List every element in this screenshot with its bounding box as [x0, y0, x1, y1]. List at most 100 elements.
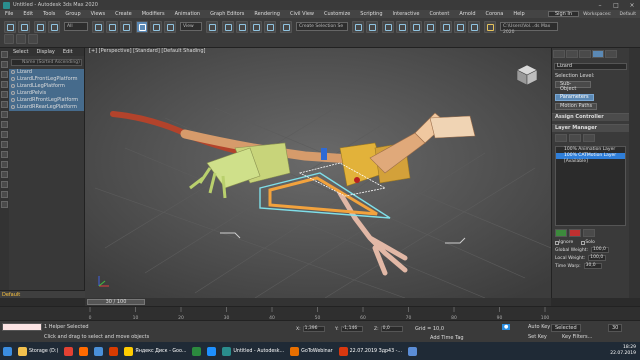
- parameters-button[interactable]: Parameters: [555, 94, 594, 101]
- visibility-icon[interactable]: [11, 77, 15, 81]
- time-slider-thumb[interactable]: 30 / 100: [87, 299, 145, 305]
- list-item[interactable]: LizardLFrontLegPlatform: [9, 76, 84, 83]
- system-clock[interactable]: 18:29 22.07.2019: [610, 345, 640, 357]
- taskbar-item[interactable]: Untitled - Autodesk...: [219, 342, 287, 360]
- spinner-snap-icon[interactable]: [264, 21, 276, 33]
- menu-content[interactable]: Content: [424, 11, 454, 17]
- menu-modifiers[interactable]: Modifiers: [137, 11, 170, 17]
- visibility-icon[interactable]: [11, 91, 15, 95]
- filter-none-icon[interactable]: [1, 181, 8, 188]
- collapse-layer-icon[interactable]: [583, 229, 595, 237]
- menu-file[interactable]: File: [0, 11, 18, 17]
- filter-frozen-icon[interactable]: [1, 151, 8, 158]
- selection-level-dropdown[interactable]: Sub-Object: [555, 81, 591, 92]
- taskbar-item[interactable]: [189, 342, 204, 360]
- local-weight-field[interactable]: 100,0: [588, 255, 607, 261]
- visibility-icon[interactable]: [11, 98, 15, 102]
- global-weight-field[interactable]: 100,0: [590, 247, 609, 253]
- menu-corona[interactable]: Corona: [481, 11, 509, 17]
- taskbar-item[interactable]: Яндекс Диск - Goo...: [121, 342, 189, 360]
- stop-layer-icon[interactable]: [569, 229, 581, 237]
- maxscript-listener[interactable]: [2, 323, 42, 331]
- tab-select[interactable]: Select: [9, 49, 32, 55]
- filter-geometry-icon[interactable]: [1, 51, 8, 58]
- snap-icon[interactable]: [222, 21, 234, 33]
- menu-customize[interactable]: Customize: [319, 11, 355, 17]
- menu-animation[interactable]: Animation: [170, 11, 206, 17]
- z-field[interactable]: 0,0: [380, 326, 403, 332]
- taskbar-item[interactable]: 22.07.2019 Здр43 -...: [336, 342, 405, 360]
- taskbar-item[interactable]: [405, 342, 420, 360]
- selection-filter-dropdown[interactable]: All: [64, 22, 88, 31]
- track-bar[interactable]: 0 10 20 30 40 50 60 70 80 90 100: [0, 306, 640, 321]
- taskbar-item[interactable]: [204, 342, 219, 360]
- layer-explorer-icon[interactable]: [382, 21, 394, 33]
- sync-selection-icon[interactable]: [1, 201, 8, 208]
- edit-named-sets-icon[interactable]: [280, 21, 292, 33]
- curve-editor-icon[interactable]: [396, 21, 408, 33]
- perspective-viewport[interactable]: [+] [Perspective] [Standard] [Default Sh…: [85, 48, 551, 298]
- undo-icon[interactable]: [4, 21, 16, 33]
- menu-edit[interactable]: Edit: [18, 11, 38, 17]
- rotate-icon[interactable]: [150, 21, 162, 33]
- render-icon[interactable]: [468, 21, 480, 33]
- menu-help[interactable]: Help: [508, 11, 529, 17]
- filter-cameras-icon[interactable]: [1, 81, 8, 88]
- paint-select-icon[interactable]: [28, 34, 38, 44]
- pivot-icon[interactable]: [206, 21, 218, 33]
- filter-invert-icon[interactable]: [1, 191, 8, 198]
- set-key-icon-button[interactable]: ●: [502, 324, 511, 330]
- menu-interactive[interactable]: Interactive: [388, 11, 425, 17]
- reference-coord-dropdown[interactable]: View: [180, 22, 202, 31]
- menu-views[interactable]: Views: [86, 11, 110, 17]
- filter-groups-icon[interactable]: [1, 111, 8, 118]
- menu-create[interactable]: Create: [110, 11, 137, 17]
- scene-search-field[interactable]: Name (Sorted Ascending): [11, 59, 82, 66]
- taskbar-item[interactable]: [61, 342, 76, 360]
- percent-snap-icon[interactable]: [250, 21, 262, 33]
- menu-group[interactable]: Group: [60, 11, 85, 17]
- list-item[interactable]: Lizard: [9, 69, 84, 76]
- maximize-button[interactable]: □: [608, 2, 624, 9]
- menu-graph-editors[interactable]: Graph Editors: [205, 11, 249, 17]
- key-filters-button[interactable]: Key Filters...: [562, 334, 592, 340]
- filter-bones-icon[interactable]: [1, 131, 8, 138]
- visibility-icon[interactable]: [11, 70, 15, 74]
- scale-icon[interactable]: [164, 21, 176, 33]
- layer-row[interactable]: [Available]: [556, 159, 625, 165]
- render-setup-icon[interactable]: [440, 21, 452, 33]
- assign-controller-rollout[interactable]: Assign Controller: [552, 113, 629, 121]
- add-time-tag-button[interactable]: Add Time Tag: [430, 335, 464, 341]
- object-name-field[interactable]: Lizard: [554, 63, 627, 70]
- folder-icon[interactable]: [484, 21, 496, 33]
- minimize-button[interactable]: –: [592, 2, 608, 9]
- unlink-icon[interactable]: [48, 21, 60, 33]
- material-editor-icon[interactable]: [424, 21, 436, 33]
- remove-layer-icon[interactable]: [569, 134, 581, 142]
- current-frame-field[interactable]: 30: [608, 324, 623, 332]
- motion-paths-button[interactable]: Motion Paths: [555, 103, 598, 110]
- filter-lights-icon[interactable]: [1, 71, 8, 78]
- render-frame-icon[interactable]: [454, 21, 466, 33]
- align-icon[interactable]: [366, 21, 378, 33]
- lasso-icon[interactable]: [16, 34, 26, 44]
- create-tab-icon[interactable]: [553, 50, 565, 58]
- current-layer[interactable]: Default: [0, 292, 20, 298]
- list-item[interactable]: LizardLLegPlatform: [9, 83, 84, 90]
- visibility-icon[interactable]: [11, 84, 15, 88]
- filter-xrefs-icon[interactable]: [1, 121, 8, 128]
- link-icon[interactable]: [34, 21, 46, 33]
- visibility-icon[interactable]: [11, 105, 15, 109]
- time-slider[interactable]: 30 / 100: [85, 298, 551, 306]
- list-item[interactable]: LizardRFrontLegPlatform: [9, 97, 84, 104]
- mirror-icon[interactable]: [352, 21, 364, 33]
- filter-all-icon[interactable]: [1, 171, 8, 178]
- taskbar-item[interactable]: [76, 342, 91, 360]
- layer-manager-rollout[interactable]: Layer Manager: [552, 124, 629, 132]
- start-button[interactable]: [0, 342, 15, 360]
- filter-hidden-icon[interactable]: [1, 161, 8, 168]
- menu-civil-view[interactable]: Civil View: [285, 11, 319, 17]
- taskbar-item[interactable]: Storage (D:): [15, 342, 61, 360]
- tab-display[interactable]: Display: [32, 49, 58, 55]
- taskbar-item[interactable]: GoToWebinar: [287, 342, 335, 360]
